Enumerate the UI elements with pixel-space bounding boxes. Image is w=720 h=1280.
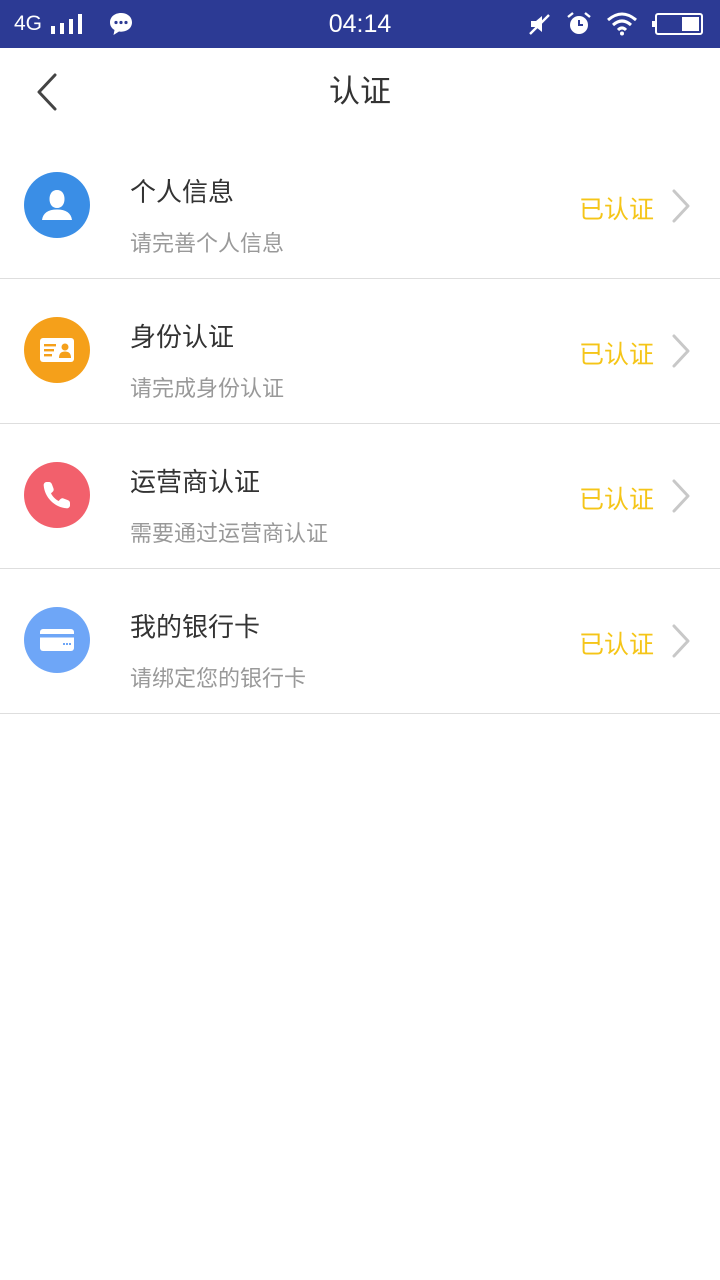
list-item-carrier[interactable]: 运营商认证 需要通过运营商认证 已认证: [0, 424, 720, 569]
item-icon-circle: [24, 172, 90, 238]
item-icon-circle: [24, 607, 90, 673]
phone-icon: [43, 482, 70, 509]
chevron-right-icon: [672, 479, 690, 513]
status-bar: 4G 04:14: [0, 0, 720, 48]
verification-list: 个人信息 请完善个人信息 已认证 身份认证 请完成身份认证 已认证 运营商认证 …: [0, 134, 720, 714]
status-badge: 已认证: [578, 340, 654, 369]
id-card-icon: [40, 338, 74, 362]
chevron-right-icon: [672, 624, 690, 658]
item-subtitle: 需要通过运营商认证: [130, 522, 329, 547]
wifi-icon: [607, 12, 637, 36]
item-subtitle: 请完成身份认证: [130, 377, 285, 402]
status-badge: 已认证: [578, 195, 654, 224]
chevron-right-icon: [672, 189, 690, 223]
item-title: 我的银行卡: [130, 613, 261, 643]
item-icon-circle: [24, 317, 90, 383]
item-subtitle: 请完善个人信息: [130, 232, 285, 257]
bank-card-icon: [40, 629, 74, 651]
item-title: 运营商认证: [130, 468, 261, 498]
item-icon-circle: [24, 462, 90, 528]
nav-bar: 认证: [0, 48, 720, 136]
list-item-identity[interactable]: 身份认证 请完成身份认证 已认证: [0, 279, 720, 424]
list-item-bank-card[interactable]: 我的银行卡 请绑定您的银行卡 已认证: [0, 569, 720, 714]
mute-icon: [529, 14, 550, 35]
item-subtitle: 请绑定您的银行卡: [130, 667, 307, 692]
chevron-right-icon: [672, 334, 690, 368]
item-title: 身份认证: [130, 323, 235, 353]
page-title: 认证: [329, 74, 391, 110]
person-icon: [42, 190, 72, 220]
status-badge: 已认证: [578, 485, 654, 514]
status-badge: 已认证: [578, 630, 654, 659]
item-title: 个人信息: [130, 178, 235, 208]
list-item-personal-info[interactable]: 个人信息 请完善个人信息 已认证: [0, 134, 720, 279]
alarm-icon: [567, 12, 591, 34]
status-bar-right: [528, 0, 704, 48]
battery-icon: [652, 13, 703, 35]
